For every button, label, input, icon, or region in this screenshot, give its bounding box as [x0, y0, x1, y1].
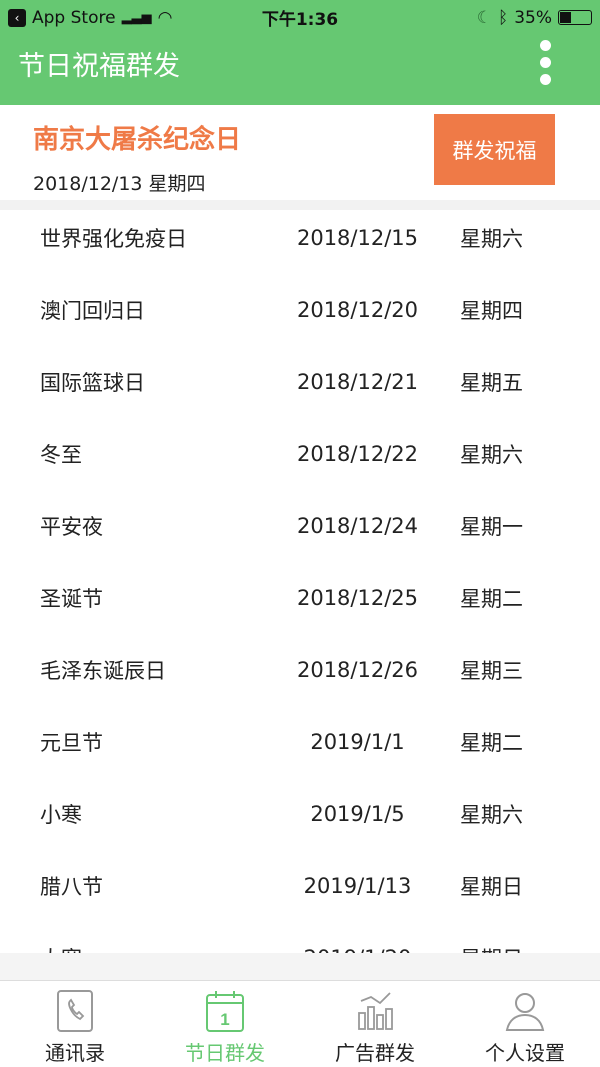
signal-icon: ▂▃▅ [121, 10, 152, 25]
holiday-name: 冬至 [40, 443, 82, 467]
holiday-name: 元旦节 [40, 731, 103, 755]
back-arrow-icon[interactable]: ‹ [8, 8, 26, 27]
featured-name: 南京大屠杀纪念日 [33, 125, 242, 155]
holiday-weekday: 星期四 [460, 299, 523, 323]
featured-date: 2018/12/13 星期四 [33, 173, 206, 195]
more-vertical-icon[interactable] [540, 36, 552, 89]
featured-holiday: 南京大屠杀纪念日 2018/12/13 星期四 群发祝福 [0, 105, 600, 210]
holiday-date: 2018/12/15 [296, 226, 419, 250]
holiday-date: 2018/12/22 [296, 442, 419, 466]
tab-label: 节日群发 [185, 1041, 265, 1065]
status-bar: ‹ App Store ▂▃▅ ◠ 下午1:36 ☾ ᛒ 35% [0, 0, 600, 35]
holiday-weekday: 星期二 [460, 731, 523, 755]
holiday-row[interactable]: 毛泽东诞辰日 2018/12/26 星期三 [0, 634, 600, 706]
holiday-row[interactable]: 小寒 2019/1/5 星期六 [0, 778, 600, 850]
bar-chart-icon [358, 992, 393, 1030]
holiday-date: 2019/1/5 [310, 802, 405, 826]
tab-label: 个人设置 [485, 1041, 565, 1065]
holiday-date: 2018/12/24 [296, 514, 419, 538]
bluetooth-icon: ᛒ [498, 7, 509, 28]
holiday-list[interactable]: 世界强化免疫日 2018/12/15 星期六 澳门回归日 2018/12/20 星期四 国际… [0, 202, 600, 953]
holiday-row[interactable]: 腊八节 2019/1/13 星期日 [0, 850, 600, 922]
holiday-row[interactable]: 大寒2019/1/20星期日 [0, 922, 600, 953]
tab-label: 广告群发 [335, 1041, 415, 1065]
holiday-date: 2019/1/20 [260, 946, 455, 953]
holiday-weekday: 星期日 [460, 875, 523, 899]
holiday-weekday: 星期六 [460, 443, 523, 467]
tab-settings[interactable]: 个人设置 [450, 981, 600, 1067]
holiday-row[interactable]: 澳门回归日 2018/12/20 星期四 [0, 274, 600, 346]
holiday-name: 世界强化免疫日 [40, 227, 187, 251]
tab-ads[interactable]: 广告群发 [300, 981, 450, 1067]
holiday-name: 腊八节 [40, 875, 103, 899]
wifi-icon: ◠ [157, 7, 173, 28]
holiday-date: 2018/12/20 [296, 298, 419, 322]
tab-bar: 通讯录 1 节日群发 广告群发 个人设置 [0, 981, 600, 1067]
holiday-name: 大寒 [0, 943, 260, 953]
holiday-weekday: 星期六 [460, 803, 523, 827]
tab-contacts[interactable]: 通讯录 [0, 981, 150, 1067]
holiday-row[interactable]: 平安夜 2018/12/24 星期一 [0, 490, 600, 562]
holiday-name: 澳门回归日 [40, 299, 145, 323]
holiday-row[interactable]: 国际篮球日 2018/12/21 星期五 [0, 346, 600, 418]
holiday-name: 圣诞节 [40, 587, 103, 611]
holiday-weekday: 星期二 [460, 587, 523, 611]
holiday-row[interactable]: 圣诞节 2018/12/25 星期二 [0, 562, 600, 634]
user-icon [505, 993, 545, 1031]
holiday-date: 2019/1/1 [310, 730, 405, 754]
holiday-name: 国际篮球日 [40, 371, 145, 395]
holiday-weekday: 星期一 [460, 515, 523, 539]
holiday-row[interactable]: 冬至 2018/12/22 星期六 [0, 418, 600, 490]
battery-icon [558, 10, 592, 25]
holiday-weekday: 星期三 [460, 659, 523, 683]
holiday-name: 小寒 [40, 803, 82, 827]
holiday-weekday: 星期六 [460, 227, 523, 251]
svg-text:1: 1 [220, 1010, 229, 1029]
tab-label: 通讯录 [45, 1041, 105, 1065]
battery-percent: 35% [514, 7, 552, 28]
holiday-date: 2018/12/21 [296, 370, 419, 394]
calendar-icon: 1 [206, 991, 244, 1032]
holiday-name: 毛泽东诞辰日 [40, 659, 166, 683]
back-app-label[interactable]: App Store [32, 8, 116, 28]
contacts-book-icon [57, 990, 93, 1032]
moon-icon: ☾ [476, 7, 492, 28]
holiday-date: 2019/1/13 [303, 874, 412, 898]
holiday-name: 平安夜 [40, 515, 103, 539]
tab-holidays[interactable]: 1 节日群发 [150, 981, 300, 1067]
holiday-weekday: 星期五 [460, 371, 523, 395]
top-bar: ‹ App Store ▂▃▅ ◠ 下午1:36 ☾ ᛒ 35% 节日祝福群发 [0, 0, 600, 105]
holiday-row[interactable]: 元旦节 2019/1/1 星期二 [0, 706, 600, 778]
holiday-date: 2018/12/25 [296, 586, 419, 610]
holiday-date: 2018/12/26 [296, 658, 419, 682]
page-title: 节日祝福群发 [18, 51, 180, 82]
holiday-weekday: 星期日 [455, 943, 523, 953]
send-greetings-button[interactable]: 群发祝福 [434, 114, 555, 185]
divider [0, 953, 600, 981]
holiday-row[interactable]: 世界强化免疫日 2018/12/15 星期六 [0, 202, 600, 274]
